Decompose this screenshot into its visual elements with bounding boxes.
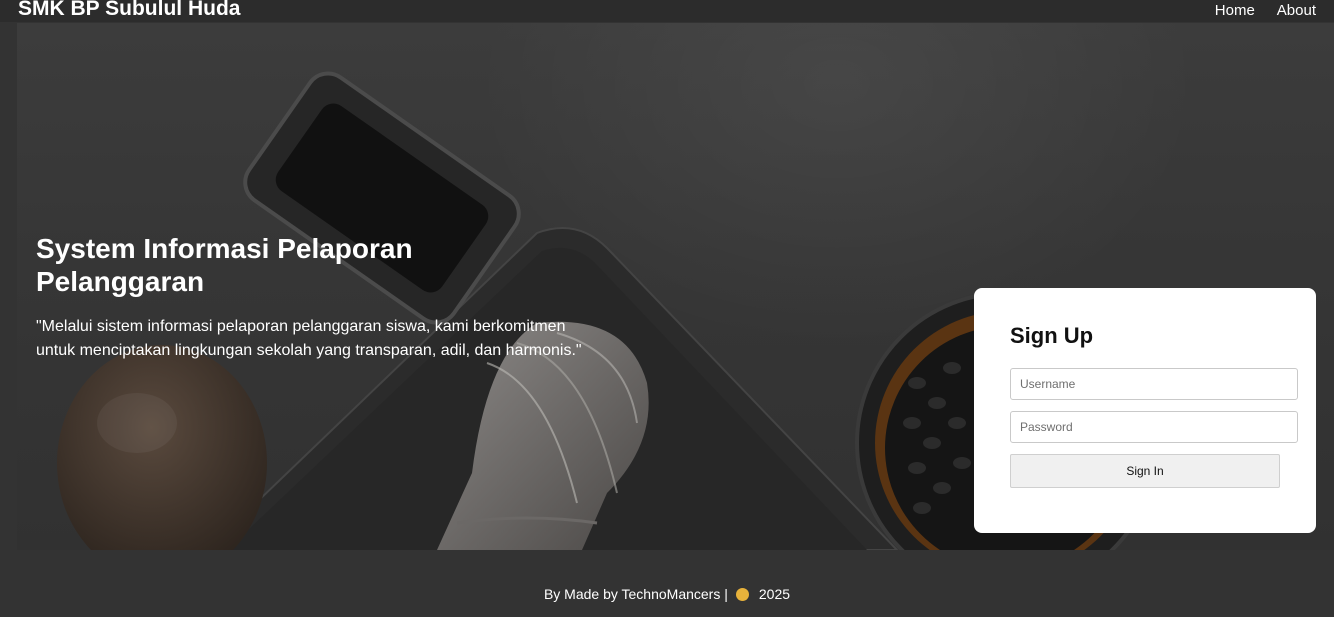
- hero-title: System Informasi Pelaporan Pelanggaran: [36, 233, 413, 297]
- footer: By Made by TechnoMancers | 2025: [0, 584, 1334, 604]
- brand-title[interactable]: SMK BP Subulul Huda: [18, 0, 240, 22]
- footer-year: 2025: [758, 586, 791, 602]
- signup-title: Sign Up: [1010, 323, 1094, 348]
- signup-card: Sign Up Sign In: [974, 288, 1316, 533]
- footer-credit: By Made by TechnoMancers |: [543, 586, 728, 602]
- nav-link-about[interactable]: About: [1277, 2, 1316, 20]
- hero-quote: "Melalui sistem informasi pelaporan pela…: [36, 318, 582, 359]
- navbar: SMK BP Subulul Huda Home About: [0, 0, 1334, 22]
- username-input[interactable]: [1010, 368, 1298, 400]
- nav-links: Home About: [1215, 2, 1316, 20]
- sign-in-button[interactable]: Sign In: [1010, 454, 1280, 488]
- nav-link-home[interactable]: Home: [1215, 2, 1255, 20]
- coin-icon: [735, 588, 749, 601]
- password-input[interactable]: [1010, 411, 1298, 443]
